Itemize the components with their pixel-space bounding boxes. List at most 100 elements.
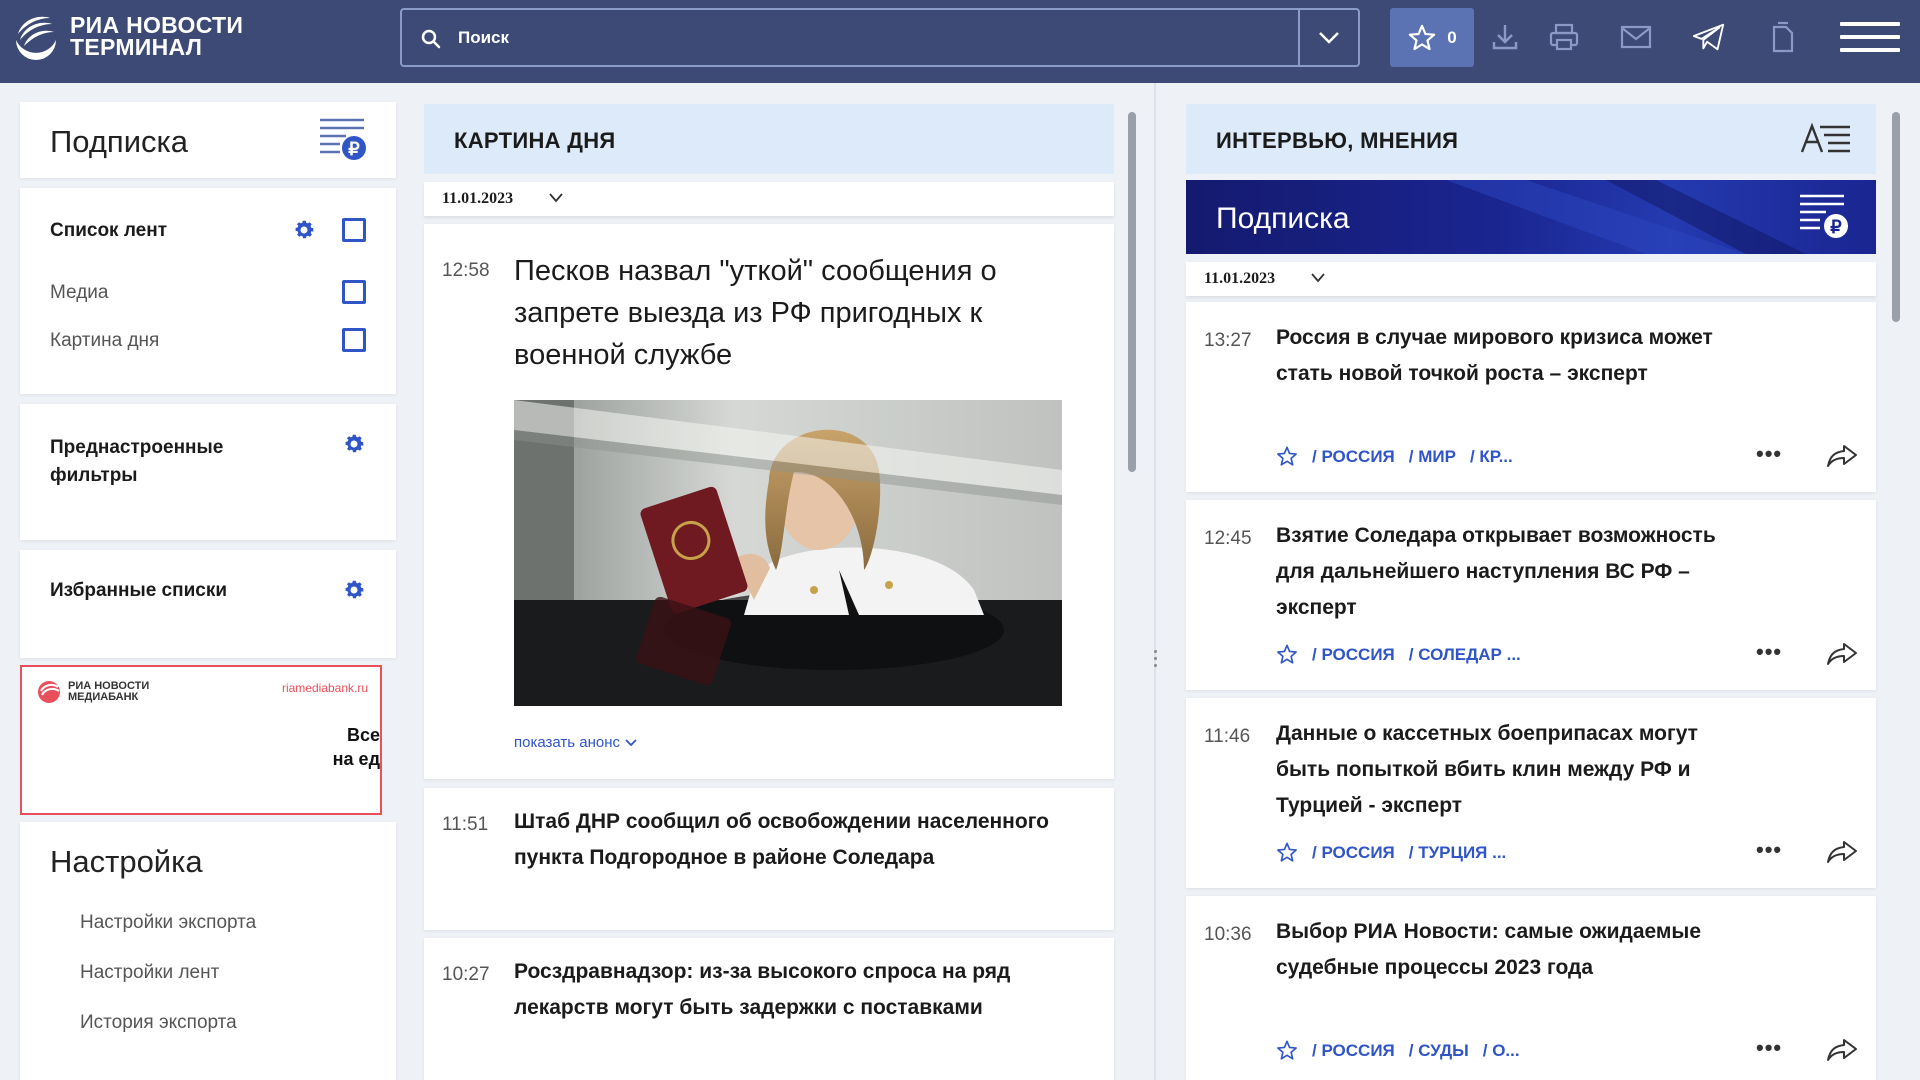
subscription-ruble-icon: ₽	[320, 118, 366, 160]
border-officer-photo	[514, 400, 1062, 706]
main-news-title[interactable]: Песков назвал "уткой" сообщения о запрет…	[514, 250, 1084, 376]
tag-link[interactable]: / РОССИЯ	[1312, 645, 1395, 665]
news-title[interactable]: Выбор РИА Новости: самые ожидаемые судеб…	[1276, 914, 1736, 986]
font-size-icon[interactable]	[1800, 122, 1852, 154]
star-icon	[1408, 24, 1436, 50]
news-title[interactable]: Росздравнадзор: из-за высокого спроса на…	[514, 954, 1074, 1026]
star-icon[interactable]	[1276, 446, 1298, 467]
tag-link[interactable]: / ТУРЦИЯ ...	[1409, 843, 1507, 863]
date-selector[interactable]: 11.01.2023	[1186, 262, 1876, 296]
date-value: 11.01.2023	[442, 190, 514, 207]
column-divider	[1154, 83, 1156, 1080]
copy-button[interactable]	[1765, 20, 1799, 54]
ria-mediabank-logo-icon	[38, 681, 60, 703]
chevron-down-icon	[1311, 273, 1325, 283]
opinion-news-item[interactable]: 11:46 Данные о кассетных боеприпасах мог…	[1186, 698, 1876, 888]
settings-title: Настройка	[50, 844, 203, 879]
news-time: 11:51	[442, 814, 489, 835]
feeds-list-title: Список лент	[50, 220, 168, 241]
mail-icon	[1620, 25, 1652, 49]
email-button[interactable]	[1619, 20, 1653, 54]
picture-of-day-column-header: КАРТИНА ДНЯ	[424, 104, 1114, 174]
news-title[interactable]: Взятие Соледара открывает возможность дл…	[1276, 518, 1736, 626]
more-options-icon[interactable]: •••	[1756, 641, 1782, 663]
banner-text: Все на ед	[332, 725, 380, 769]
search-input[interactable]	[458, 22, 1278, 54]
news-title[interactable]: Россия в случае мирового кризиса может с…	[1276, 320, 1736, 392]
share-icon[interactable]	[1826, 840, 1858, 864]
subscription-promo-banner[interactable]: Подписка ₽	[1186, 180, 1876, 254]
print-icon	[1549, 23, 1579, 51]
show-announce-toggle[interactable]: показать анонс	[514, 734, 638, 751]
menu-button[interactable]	[1840, 22, 1900, 54]
opinion-news-item[interactable]: 10:36 Выбор РИА Новости: самые ожидаемые…	[1186, 896, 1876, 1080]
news-photo[interactable]	[514, 400, 1062, 706]
tag-link[interactable]: / РОССИЯ	[1312, 1041, 1395, 1061]
subscription-card[interactable]: Подписка ₽	[20, 102, 396, 178]
tag-link[interactable]: / МИР	[1409, 447, 1456, 467]
main-news-card[interactable]: 12:58 Песков назвал "уткой" сообщения о …	[424, 224, 1114, 779]
settings-link-export[interactable]: Настройки экспорта	[80, 912, 256, 934]
share-icon[interactable]	[1826, 1038, 1858, 1062]
tag-link[interactable]: / О...	[1483, 1041, 1520, 1061]
news-tags: / РОССИЯ / МИР / КР...	[1276, 446, 1513, 467]
news-title[interactable]: Штаб ДНР сообщил об освобождении населен…	[514, 804, 1074, 876]
mediabank-ad-banner[interactable]: РИА НОВОСТИ МЕДИАБАНК riamediabank.ru Вс…	[20, 665, 382, 815]
ria-terminal-logo[interactable]: РИА НОВОСТИ ТЕРМИНАЛ	[10, 10, 243, 62]
chevron-down-icon	[1319, 31, 1339, 44]
column-title: ИНТЕРВЬЮ, МНЕНИЯ	[1216, 128, 1459, 153]
share-icon[interactable]	[1826, 444, 1858, 468]
share-icon[interactable]	[1826, 642, 1858, 666]
star-icon[interactable]	[1276, 644, 1298, 665]
tag-link[interactable]: / РОССИЯ	[1312, 843, 1395, 863]
tag-link[interactable]: / КР...	[1470, 447, 1513, 467]
settings-link-feeds[interactable]: Настройки лент	[80, 962, 219, 984]
news-time: 13:27	[1204, 330, 1252, 351]
logo-line2: ТЕРМИНАЛ	[70, 34, 203, 60]
star-icon[interactable]	[1276, 842, 1298, 863]
favorites-settings-gear-icon[interactable]	[342, 578, 366, 602]
tag-link[interactable]: / СОЛЕДАР ...	[1409, 645, 1521, 665]
print-button[interactable]	[1547, 20, 1581, 54]
star-icon[interactable]	[1276, 1040, 1298, 1061]
favorites-button[interactable]: 0	[1390, 8, 1474, 67]
download-button[interactable]	[1488, 20, 1522, 54]
more-options-icon[interactable]: •••	[1756, 1037, 1782, 1059]
subscription-title: Подписка	[50, 124, 189, 159]
favorite-lists-title: Избранные списки	[50, 580, 228, 601]
right-column-scrollbar[interactable]	[1892, 112, 1900, 322]
feeds-select-all-checkbox[interactable]	[342, 218, 366, 242]
favorites-count: 0	[1447, 27, 1457, 47]
interviews-column-header: ИНТЕРВЬЮ, МНЕНИЯ	[1186, 104, 1876, 174]
svg-text:₽: ₽	[1830, 217, 1842, 237]
ria-logo-icon	[16, 16, 56, 60]
opinion-news-item[interactable]: 12:45 Взятие Соледара открывает возможно…	[1186, 500, 1876, 690]
telegram-button[interactable]	[1692, 20, 1726, 54]
more-options-icon[interactable]: •••	[1756, 443, 1782, 465]
news-item[interactable]: 11:51 Штаб ДНР сообщил об освобождении н…	[424, 788, 1114, 930]
news-item[interactable]: 10:27 Росздравнадзор: из-за высокого спр…	[424, 938, 1114, 1080]
more-options-icon[interactable]: •••	[1756, 839, 1782, 861]
tag-link[interactable]: / РОССИЯ	[1312, 447, 1395, 467]
opinion-news-item[interactable]: 13:27 Россия в случае мирового кризиса м…	[1186, 302, 1876, 492]
banner-url: riamediabank.ru	[281, 681, 368, 695]
news-title[interactable]: Данные о кассетных боеприпасах могут быт…	[1276, 716, 1736, 824]
date-value: 11.01.2023	[1204, 270, 1276, 287]
news-time: 12:45	[1204, 528, 1252, 549]
settings-link-export-history[interactable]: История экспорта	[80, 1012, 237, 1034]
search-dropdown-button[interactable]	[1298, 10, 1358, 65]
date-selector[interactable]: 11.01.2023	[424, 182, 1114, 216]
middle-column-scrollbar[interactable]	[1128, 112, 1136, 472]
top-bar: РИА НОВОСТИ ТЕРМИНАЛ 0	[0, 0, 1920, 83]
column-resize-handle[interactable]	[1150, 650, 1160, 680]
feed-media-checkbox[interactable]	[342, 280, 366, 304]
search-icon	[421, 29, 441, 49]
feed-picture-of-day-checkbox[interactable]	[342, 328, 366, 352]
feed-item-picture-of-day[interactable]: Картина дня	[50, 330, 159, 352]
presets-settings-gear-icon[interactable]	[342, 432, 366, 456]
column-title: КАРТИНА ДНЯ	[454, 128, 616, 153]
news-time: 10:27	[442, 964, 490, 985]
feed-item-media[interactable]: Медиа	[50, 282, 108, 304]
feeds-settings-gear-icon[interactable]	[292, 218, 316, 242]
tag-link[interactable]: / СУДЫ	[1409, 1041, 1469, 1061]
